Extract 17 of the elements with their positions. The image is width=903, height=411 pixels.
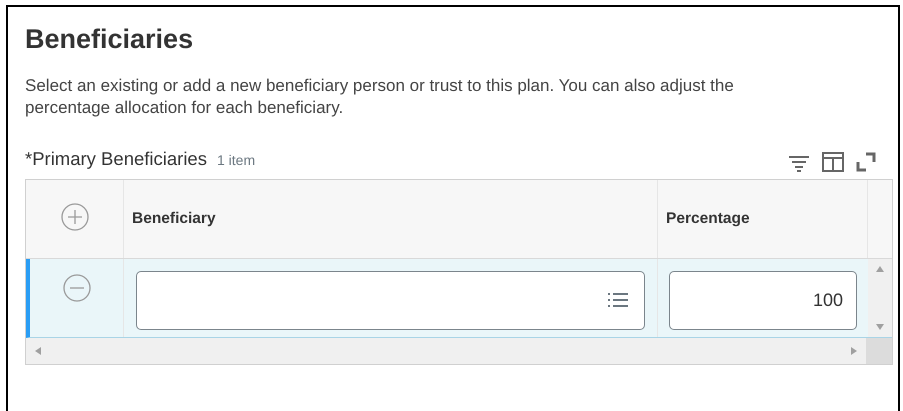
column-header: Beneficiary: [132, 209, 216, 230]
expand-icon[interactable]: [855, 150, 877, 173]
columns-icon[interactable]: [821, 150, 845, 173]
percentage-field[interactable]: 100: [669, 270, 857, 330]
grid-title: *Primary Beneficiaries: [25, 147, 207, 171]
page-title: Beneficiaries: [25, 23, 194, 56]
add-row-icon[interactable]: [60, 202, 90, 232]
scroll-right-icon[interactable]: [850, 346, 858, 356]
item-count: 1 item: [216, 151, 256, 170]
grid-row[interactable]: 100: [26, 258, 892, 338]
remove-row-icon[interactable]: [62, 272, 92, 303]
scroll-up-icon[interactable]: [875, 264, 885, 273]
description: Select an existing or add a new beneficiary person or trust to this plan. You can also adjust the percentage allocation for each beneficiary.: [25, 75, 735, 119]
scroll-down-icon[interactable]: [875, 322, 885, 331]
beneficiary-field[interactable]: [136, 270, 645, 330]
column-header: Percentage: [666, 209, 750, 230]
scroll-left-icon[interactable]: [34, 346, 42, 356]
